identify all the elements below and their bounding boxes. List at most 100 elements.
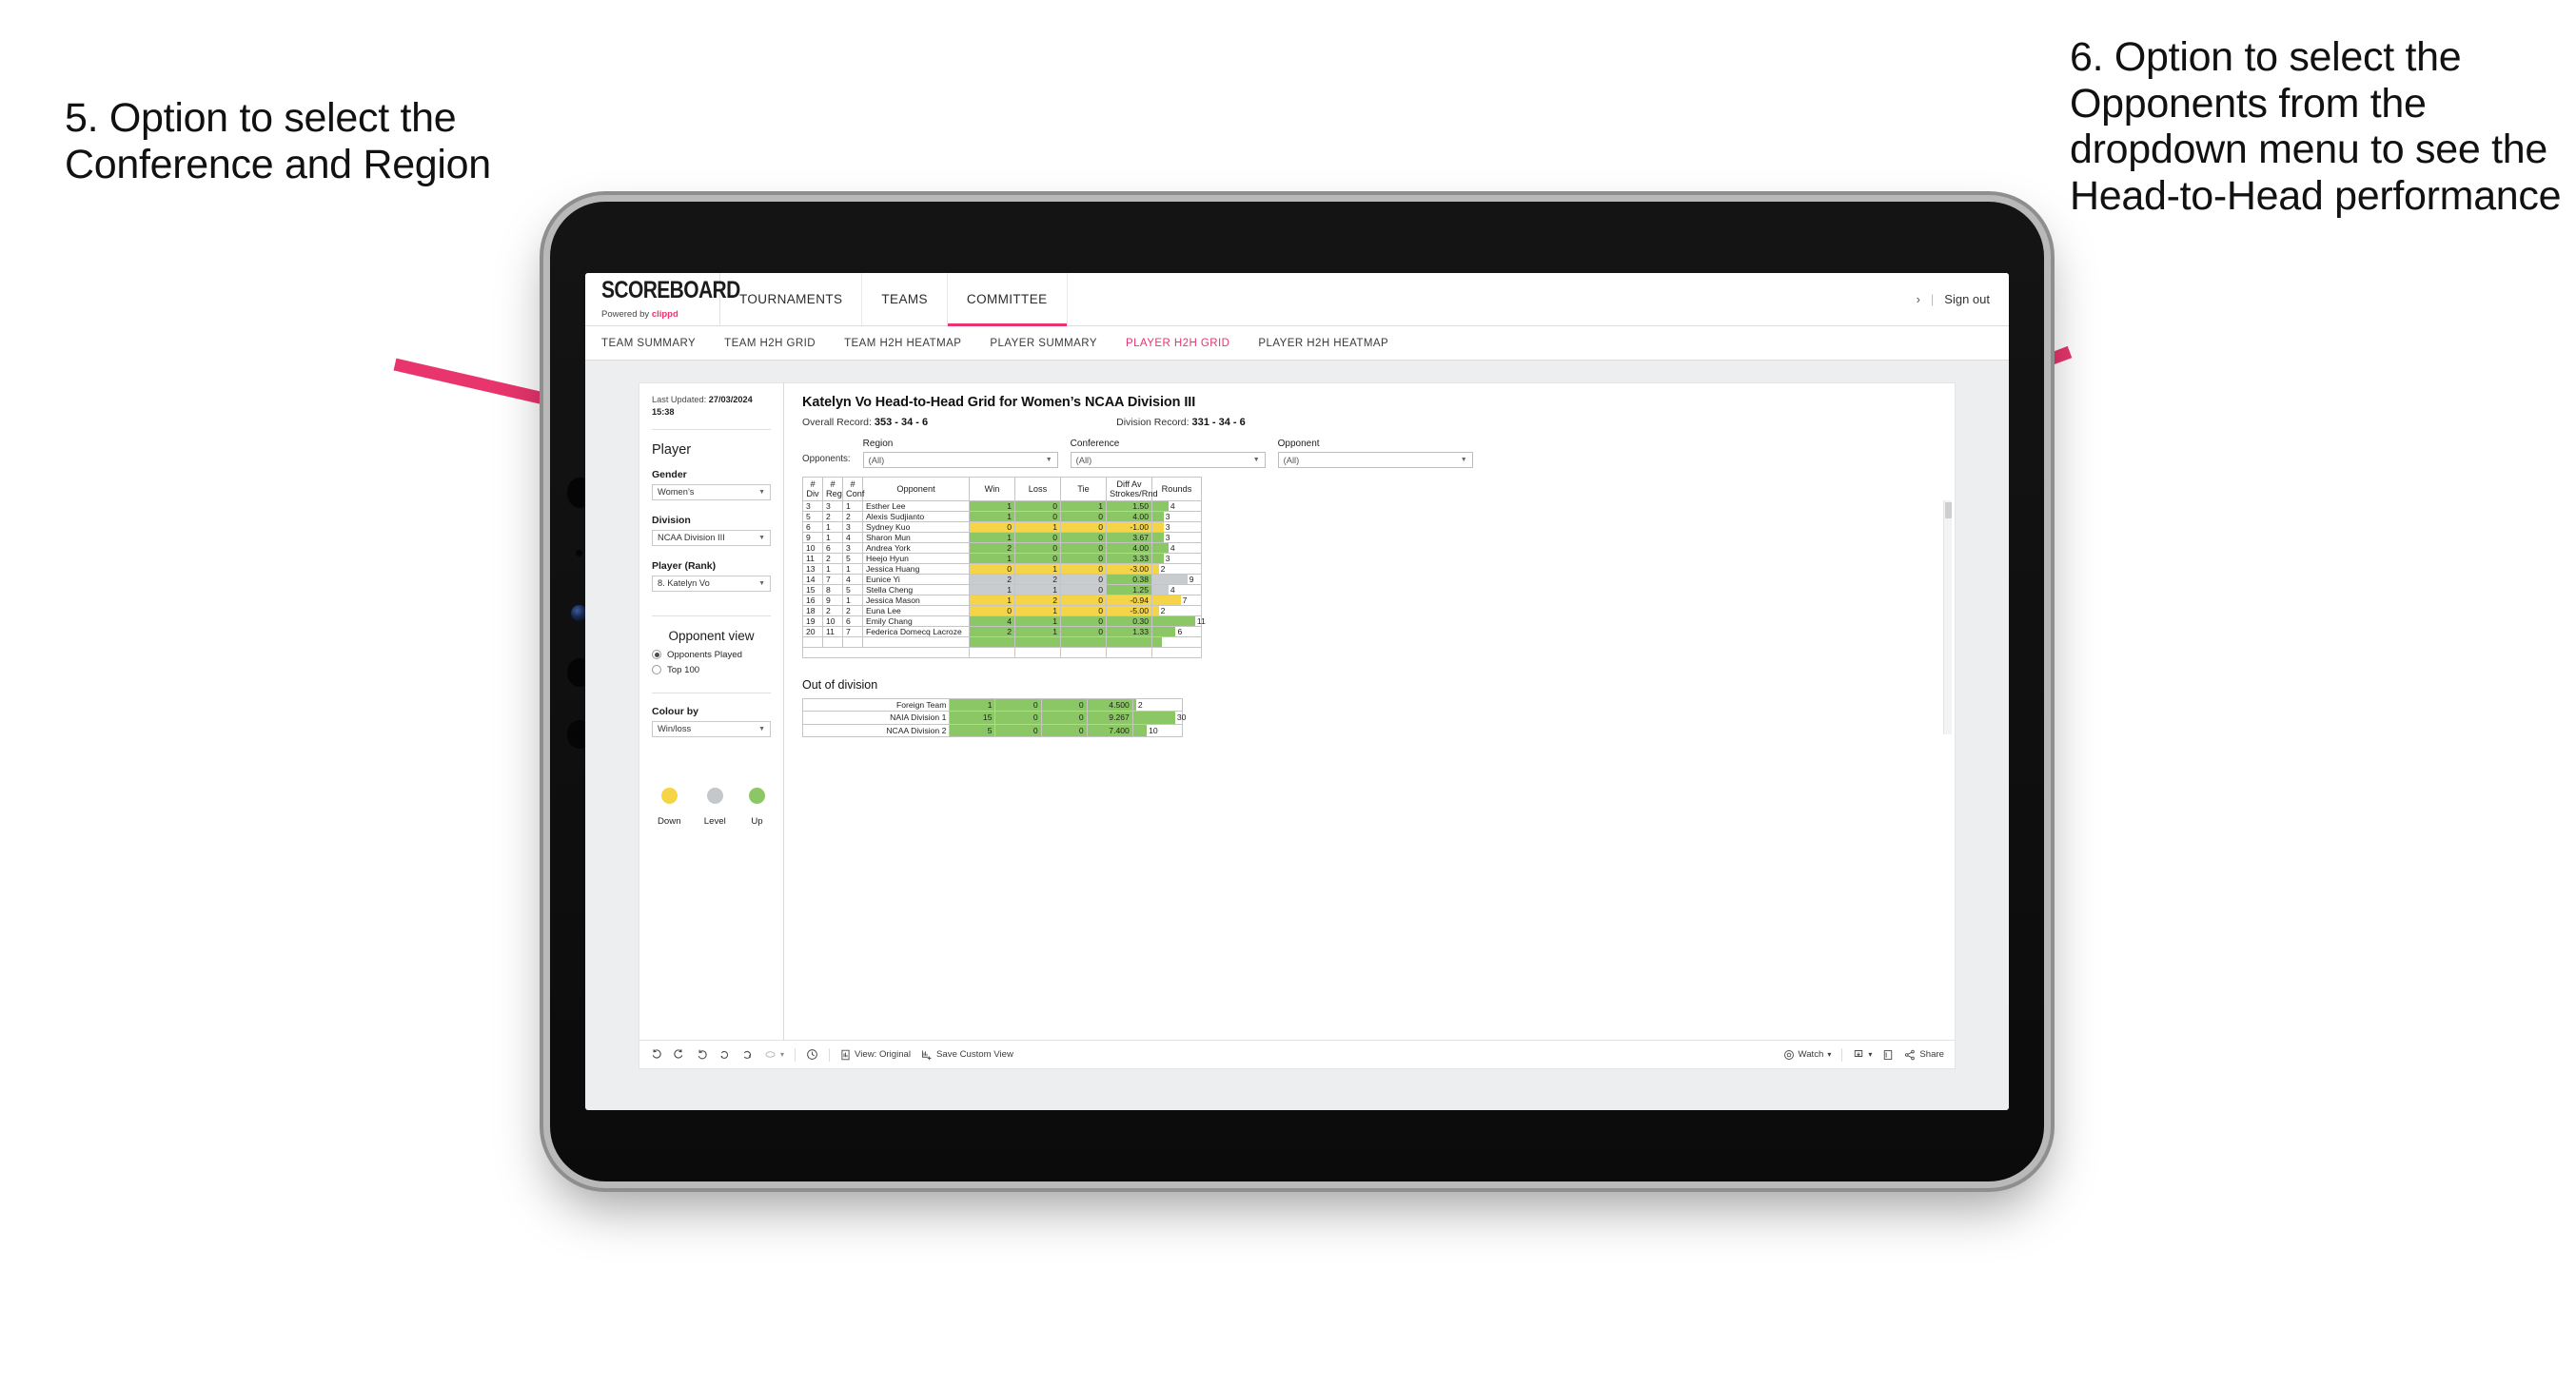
rounds-value: 7 — [1182, 595, 1188, 605]
cell-win: 2 — [969, 574, 1015, 585]
table-row-partial — [802, 636, 1202, 648]
nav-committee[interactable]: COMMITTEE — [947, 273, 1068, 326]
legend-item-level: Level — [704, 787, 726, 827]
table-row[interactable]: NCAA Division 2 5 0 0 7.400 10 — [801, 723, 1184, 737]
table-row[interactable]: 13 1 1 Jessica Huang 0 1 0 -3.00 2 — [802, 563, 1202, 575]
tab-team-h2h-grid[interactable]: TEAM H2H GRID — [724, 338, 816, 349]
table-row[interactable]: 14 7 4 Eunice Yi 2 2 0 0.38 9 — [802, 574, 1202, 585]
rounds-bar-cell: 2 — [1152, 606, 1201, 615]
divider — [652, 615, 771, 616]
col-reg-label: Reg — [826, 489, 842, 498]
cell-opponent: Sharon Mun — [862, 532, 970, 543]
table-row[interactable]: Foreign Team 1 0 0 4.500 2 — [801, 697, 1184, 713]
radio-opponents-played[interactable]: Opponents Played — [652, 650, 771, 660]
conference-value: (All) — [1075, 455, 1092, 465]
cell-div: 16 — [802, 595, 823, 606]
nav-tournaments[interactable]: TOURNAMENTS — [720, 273, 863, 325]
division-select[interactable]: NCAA Division III ▼ — [652, 529, 771, 546]
rounds-value: 4 — [1170, 585, 1175, 595]
table-row[interactable]: 20 11 7 Federica Domecq Lacroze 2 1 0 1.33 6 — [802, 626, 1202, 637]
tab-player-h2h-heatmap[interactable]: PLAYER H2H HEATMAP — [1258, 338, 1388, 349]
table-row[interactable]: 10 6 3 Andrea York 2 0 0 4.00 4 — [802, 542, 1202, 554]
cell-rounds: 3 — [1151, 553, 1202, 564]
division-record-label: Division Record: — [1116, 417, 1192, 428]
cell-win: 1 — [969, 500, 1015, 512]
cell-opponent: Federica Domecq Lacroze — [862, 626, 970, 637]
table-row[interactable]: 19 10 6 Emily Chang 4 1 0 0.30 11 — [802, 615, 1206, 627]
pause-auto-updates-icon[interactable] — [806, 1048, 818, 1061]
cell-reg: 1 — [822, 563, 843, 575]
cell-div: 15 — [802, 584, 823, 595]
radio-label: Top 100 — [667, 664, 700, 675]
cell-rounds: 2 — [1151, 605, 1202, 616]
chevron-down-icon: ▼ — [758, 579, 765, 587]
col-conf-label: Conf — [846, 489, 865, 498]
tab-team-h2h-heatmap[interactable]: TEAM H2H HEATMAP — [844, 338, 961, 349]
table-row[interactable]: NAIA Division 1 15 0 0 9.267 30 — [801, 711, 1186, 725]
table-row[interactable]: 18 2 2 Euna Lee 0 1 0 -5.00 2 — [802, 605, 1202, 616]
cell-loss: 0 — [1014, 511, 1061, 522]
opponent-select[interactable]: (All) ▼ — [1277, 452, 1473, 468]
cell-tie: 0 — [1060, 584, 1107, 595]
cell-rounds: 4 — [1151, 584, 1202, 595]
rounds-bar-cell: 11 — [1152, 616, 1206, 626]
scoreboard-logo[interactable]: SCOREBOARD Powered by clippd — [585, 273, 740, 325]
table-row[interactable]: 5 2 2 Alexis Sudjianto 1 0 0 4.00 3 — [802, 511, 1202, 522]
region-select[interactable]: (All) ▼ — [862, 452, 1058, 468]
col-conf-hash: # — [850, 479, 855, 489]
refresh-icon[interactable] — [718, 1048, 731, 1061]
cell-reg: 2 — [822, 605, 843, 616]
cell-rounds: 2 — [1131, 697, 1184, 713]
grid-scrollbar[interactable] — [1943, 500, 1952, 734]
table-row[interactable]: 11 2 5 Heejo Hyun 1 0 0 3.33 3 — [802, 553, 1202, 564]
logo-wordmark: SCOREBOARD — [601, 277, 740, 303]
table-row[interactable]: 9 1 4 Sharon Mun 1 0 0 3.67 3 — [802, 532, 1202, 543]
tab-team-summary[interactable]: TEAM SUMMARY — [601, 338, 696, 349]
microphone-icon — [576, 550, 582, 556]
tab-player-h2h-grid[interactable]: PLAYER H2H GRID — [1126, 338, 1229, 349]
cell-rounds: 6 — [1151, 626, 1202, 637]
chevron-down-icon: ▼ — [1252, 457, 1260, 463]
table-row[interactable]: 6 1 3 Sydney Kuo 0 1 0 -1.00 3 — [802, 521, 1202, 533]
rounds-bar — [1152, 616, 1195, 626]
gender-select[interactable]: Women’s ▼ — [652, 483, 771, 500]
sign-out-link[interactable]: Sign out — [1944, 292, 1990, 306]
pause-icon[interactable] — [741, 1048, 754, 1061]
opponent-view-heading: Opponent view — [668, 628, 755, 643]
player-rank-select[interactable]: 8. Katelyn Vo ▼ — [652, 575, 771, 592]
download-button[interactable]: ▾ — [1853, 1049, 1872, 1061]
save-custom-view-button[interactable]: Save Custom View — [921, 1049, 1013, 1061]
rounds-bar — [1152, 522, 1164, 532]
last-updated: Last Updated: 27/03/2024 15:38 — [652, 394, 771, 420]
table-row[interactable]: 15 8 5 Stella Cheng 1 1 0 1.25 4 — [802, 584, 1202, 595]
undo-icon[interactable] — [650, 1048, 662, 1061]
cell-tie: 0 — [1060, 532, 1107, 543]
grid-scrollbar-thumb[interactable] — [1945, 502, 1952, 518]
cell-reg: 1 — [822, 521, 843, 533]
radio-top-100[interactable]: Top 100 — [652, 665, 771, 675]
cell-reg: 1 — [822, 532, 843, 543]
rounds-bar-cell: 2 — [1132, 698, 1182, 712]
watch-button[interactable]: Watch ▾ — [1783, 1049, 1831, 1061]
fullscreen-icon[interactable] — [1882, 1049, 1894, 1061]
rounds-value: 3 — [1165, 512, 1170, 521]
cell-diff: -5.00 — [1106, 605, 1152, 616]
conference-select[interactable]: (All) ▼ — [1070, 452, 1266, 468]
table-row[interactable]: 16 9 1 Jessica Mason 1 2 0 -0.94 7 — [802, 595, 1202, 606]
last-updated-time: 15:38 — [652, 407, 675, 418]
cell-div: 10 — [802, 542, 823, 554]
redo-icon[interactable] — [673, 1048, 685, 1061]
cell-div: 3 — [802, 500, 823, 512]
nav-teams[interactable]: TEAMS — [862, 273, 948, 325]
share-button[interactable]: Share — [1904, 1049, 1944, 1061]
view-original-button[interactable]: View: Original — [840, 1049, 911, 1061]
revert-icon[interactable] — [696, 1048, 708, 1061]
cell-loss: 1 — [1014, 563, 1061, 575]
tab-player-summary[interactable]: PLAYER SUMMARY — [990, 338, 1097, 349]
rounds-bar — [1152, 564, 1159, 574]
cell-diff: 1.50 — [1106, 500, 1152, 512]
history-dropdown[interactable]: ▾ — [764, 1049, 784, 1060]
colour-by-select[interactable]: Win/loss ▼ — [652, 720, 771, 737]
chevron-right-icon[interactable]: › — [1917, 292, 1920, 306]
table-row[interactable]: 3 3 1 Esther Lee 1 0 1 1.50 4 — [802, 500, 1202, 512]
